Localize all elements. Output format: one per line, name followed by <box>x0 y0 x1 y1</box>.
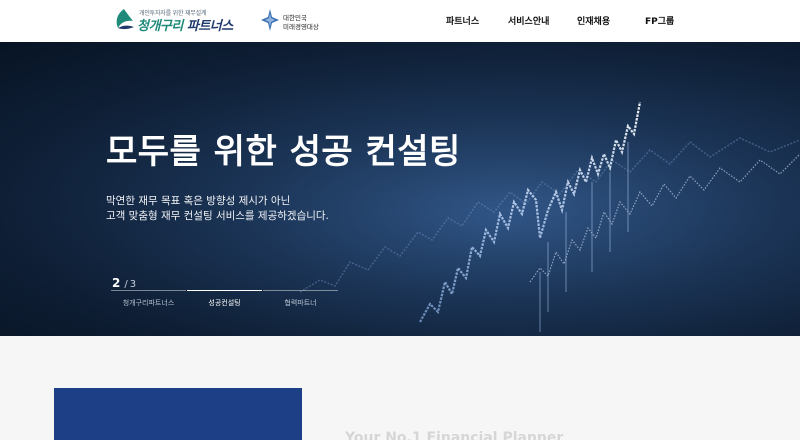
slide-indicator-2[interactable]: 성공컨설팅 <box>187 290 262 308</box>
slide-counter-separator: / <box>124 279 128 290</box>
slide-indicator-label: 성공컨설팅 <box>208 299 241 307</box>
hero-description-line1: 막연한 재무 목표 혹은 방향성 제시가 아닌 <box>106 195 291 207</box>
intro-english-title: Your No.1 Financial Planner <box>345 430 564 440</box>
slide-counter-total: 3 <box>129 279 137 290</box>
logo-name: 청개구리 파트너스 <box>137 15 233 34</box>
logo-name-part2: 파트너스 <box>182 19 233 34</box>
slide-indicator-bar <box>187 290 262 291</box>
slide-counter-current: 2 <box>112 276 121 290</box>
slide-indicator-3[interactable]: 협력파트너 <box>263 290 338 308</box>
slide-counter: 2/3 <box>112 272 136 291</box>
hero-slider: 모두를 위한 성공 컨설팅 막연한 재무 목표 혹은 방향성 제시가 아닌 고객… <box>0 42 800 336</box>
slide-indicator-label: 협력파트너 <box>284 299 317 307</box>
intro-image-box <box>54 388 302 440</box>
slide-indicator-1[interactable]: 청개구리파트너스 <box>111 290 186 308</box>
hero-description-line2: 고객 맞춤형 재무 컨설팅 서비스를 제공하겠습니다. <box>106 210 329 222</box>
nav-item-partners[interactable]: 파트너스 <box>446 14 479 27</box>
site-logo[interactable]: 개인투자자를 위한 재무설계 청개구리 파트너스 <box>113 8 238 34</box>
award-emblem-icon <box>261 9 279 31</box>
slide-indicator-bar <box>111 290 186 291</box>
intro-section: Your No.1 Financial Planner <box>0 336 800 440</box>
site-header: 개인투자자를 위한 재무설계 청개구리 파트너스 대한민국 미래경영대상 파트너… <box>0 0 800 42</box>
hero-title: 모두를 위한 성공 컨설팅 <box>106 132 461 172</box>
slide-indicator-label: 청개구리파트너스 <box>122 299 175 307</box>
frog-leaf-logo-icon <box>116 9 134 30</box>
nav-item-fp-group[interactable]: FP그룹 <box>645 14 674 27</box>
award-line2: 미래경영대상 <box>283 23 319 31</box>
nav-item-careers[interactable]: 인재채용 <box>577 14 610 27</box>
award-badge: 대한민국 미래경영대상 <box>260 8 330 34</box>
logo-name-part1: 청개구리 <box>137 19 183 34</box>
slide-indicator-bar <box>263 290 338 291</box>
nav-item-services[interactable]: 서비스안내 <box>508 14 549 27</box>
